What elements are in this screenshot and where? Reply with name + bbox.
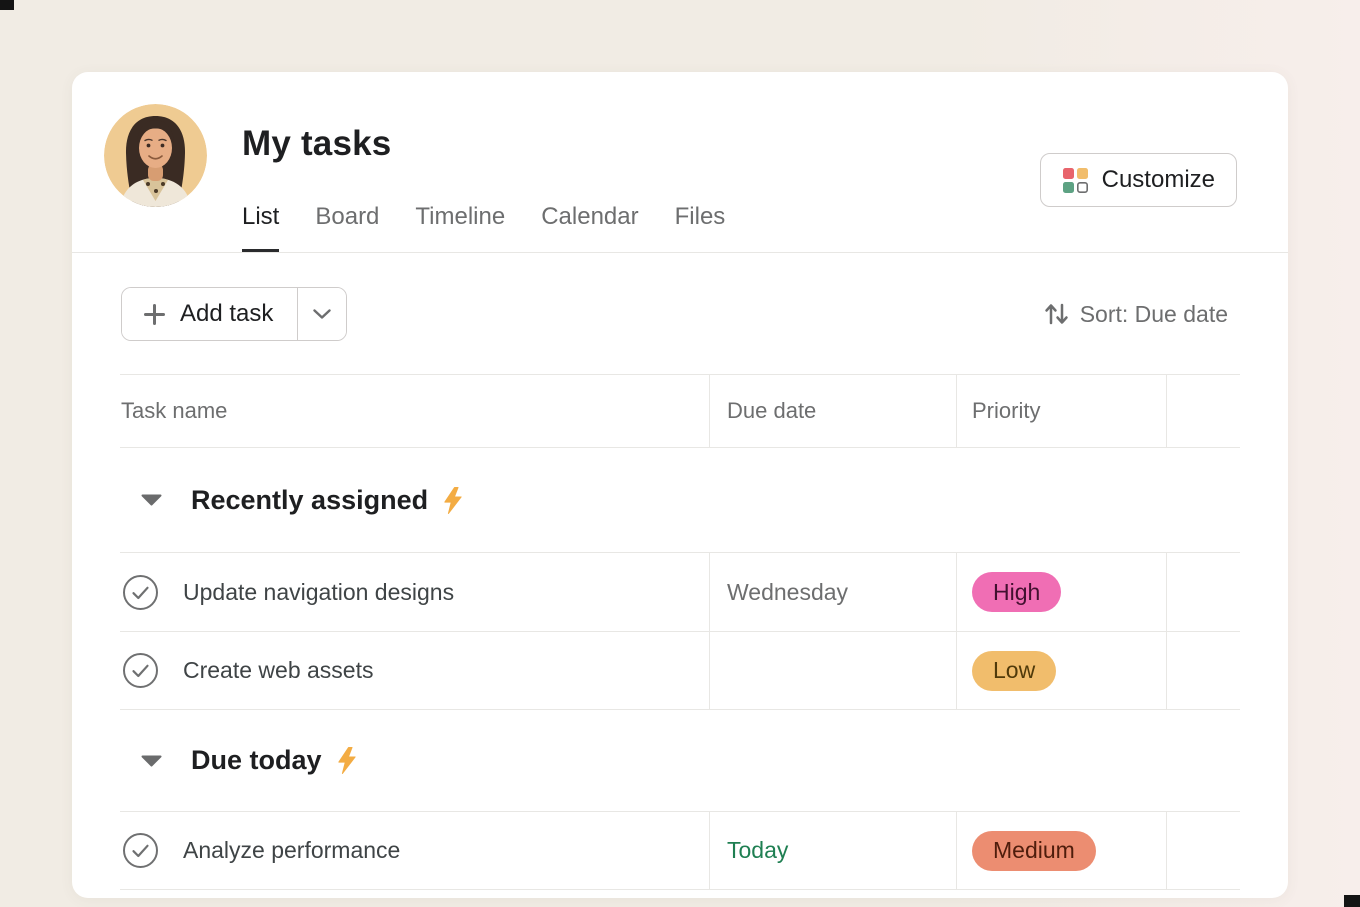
chevron-down-icon — [313, 309, 331, 319]
customize-label: Customize — [1102, 166, 1215, 194]
section-title[interactable]: Due today — [191, 745, 322, 776]
check-circle-icon — [122, 832, 159, 869]
page-title: My tasks — [242, 124, 391, 164]
tab-calendar[interactable]: Calendar — [541, 203, 638, 252]
task-complete-checkbox[interactable] — [122, 832, 159, 869]
user-avatar[interactable] — [104, 104, 207, 207]
task-name[interactable]: Analyze performance — [183, 837, 400, 864]
table-header-row: Task name Due date Priority — [120, 374, 1240, 448]
priority-badge[interactable]: High — [972, 572, 1061, 612]
column-header-priority: Priority — [957, 375, 1167, 447]
customize-grid-icon — [1062, 167, 1089, 194]
plus-icon — [143, 303, 166, 326]
priority-badge[interactable]: Medium — [972, 831, 1096, 871]
view-tabs: List Board Timeline Calendar Files — [242, 203, 725, 252]
my-tasks-card: My tasks List Board Timeline Calendar Fi… — [72, 72, 1288, 898]
add-task-label: Add task — [180, 300, 273, 328]
column-header-extra — [1167, 375, 1240, 447]
check-circle-icon — [122, 652, 159, 689]
avatar-illustration — [104, 104, 207, 207]
add-task-button[interactable]: Add task — [122, 288, 298, 340]
priority-badge[interactable]: Low — [972, 651, 1056, 691]
task-row: Update navigation designs Wednesday High — [120, 553, 1240, 632]
task-name[interactable]: Update navigation designs — [183, 579, 454, 606]
corner-artifact-top-left — [0, 0, 14, 10]
page-header: My tasks List Board Timeline Calendar Fi… — [72, 72, 1288, 253]
column-header-due-date: Due date — [710, 375, 957, 447]
section-header-due-today[interactable]: Due today — [120, 710, 1240, 812]
section-title[interactable]: Recently assigned — [191, 485, 428, 516]
task-complete-checkbox[interactable] — [122, 574, 159, 611]
lightning-bolt-icon — [337, 747, 357, 774]
toolbar: Add task Sort: Due date — [72, 287, 1288, 341]
check-circle-icon — [122, 574, 159, 611]
corner-artifact-bottom-right — [1344, 895, 1360, 907]
tab-list[interactable]: List — [242, 203, 279, 252]
task-complete-checkbox[interactable] — [122, 652, 159, 689]
tab-files[interactable]: Files — [675, 203, 726, 252]
sort-arrows-icon — [1043, 302, 1070, 326]
sort-label: Sort: Due date — [1080, 301, 1228, 328]
sort-control[interactable]: Sort: Due date — [1043, 301, 1228, 328]
task-due-date[interactable]: Today — [727, 837, 788, 864]
add-task-dropdown-button[interactable] — [298, 288, 346, 340]
caret-down-icon[interactable] — [140, 494, 163, 506]
task-table: Task name Due date Priority Recently ass… — [120, 374, 1240, 890]
lightning-bolt-icon — [443, 487, 463, 514]
section-header-recently-assigned[interactable]: Recently assigned — [120, 448, 1240, 553]
column-header-task-name: Task name — [120, 375, 710, 447]
customize-button[interactable]: Customize — [1040, 153, 1237, 207]
tab-board[interactable]: Board — [315, 203, 379, 252]
task-due-date[interactable]: Wednesday — [727, 579, 848, 606]
task-name[interactable]: Create web assets — [183, 657, 373, 684]
caret-down-icon[interactable] — [140, 755, 163, 767]
task-row: Create web assets Low — [120, 632, 1240, 710]
task-row: Analyze performance Today Medium — [120, 812, 1240, 890]
add-task-split-button: Add task — [121, 287, 347, 341]
tab-timeline[interactable]: Timeline — [415, 203, 505, 252]
